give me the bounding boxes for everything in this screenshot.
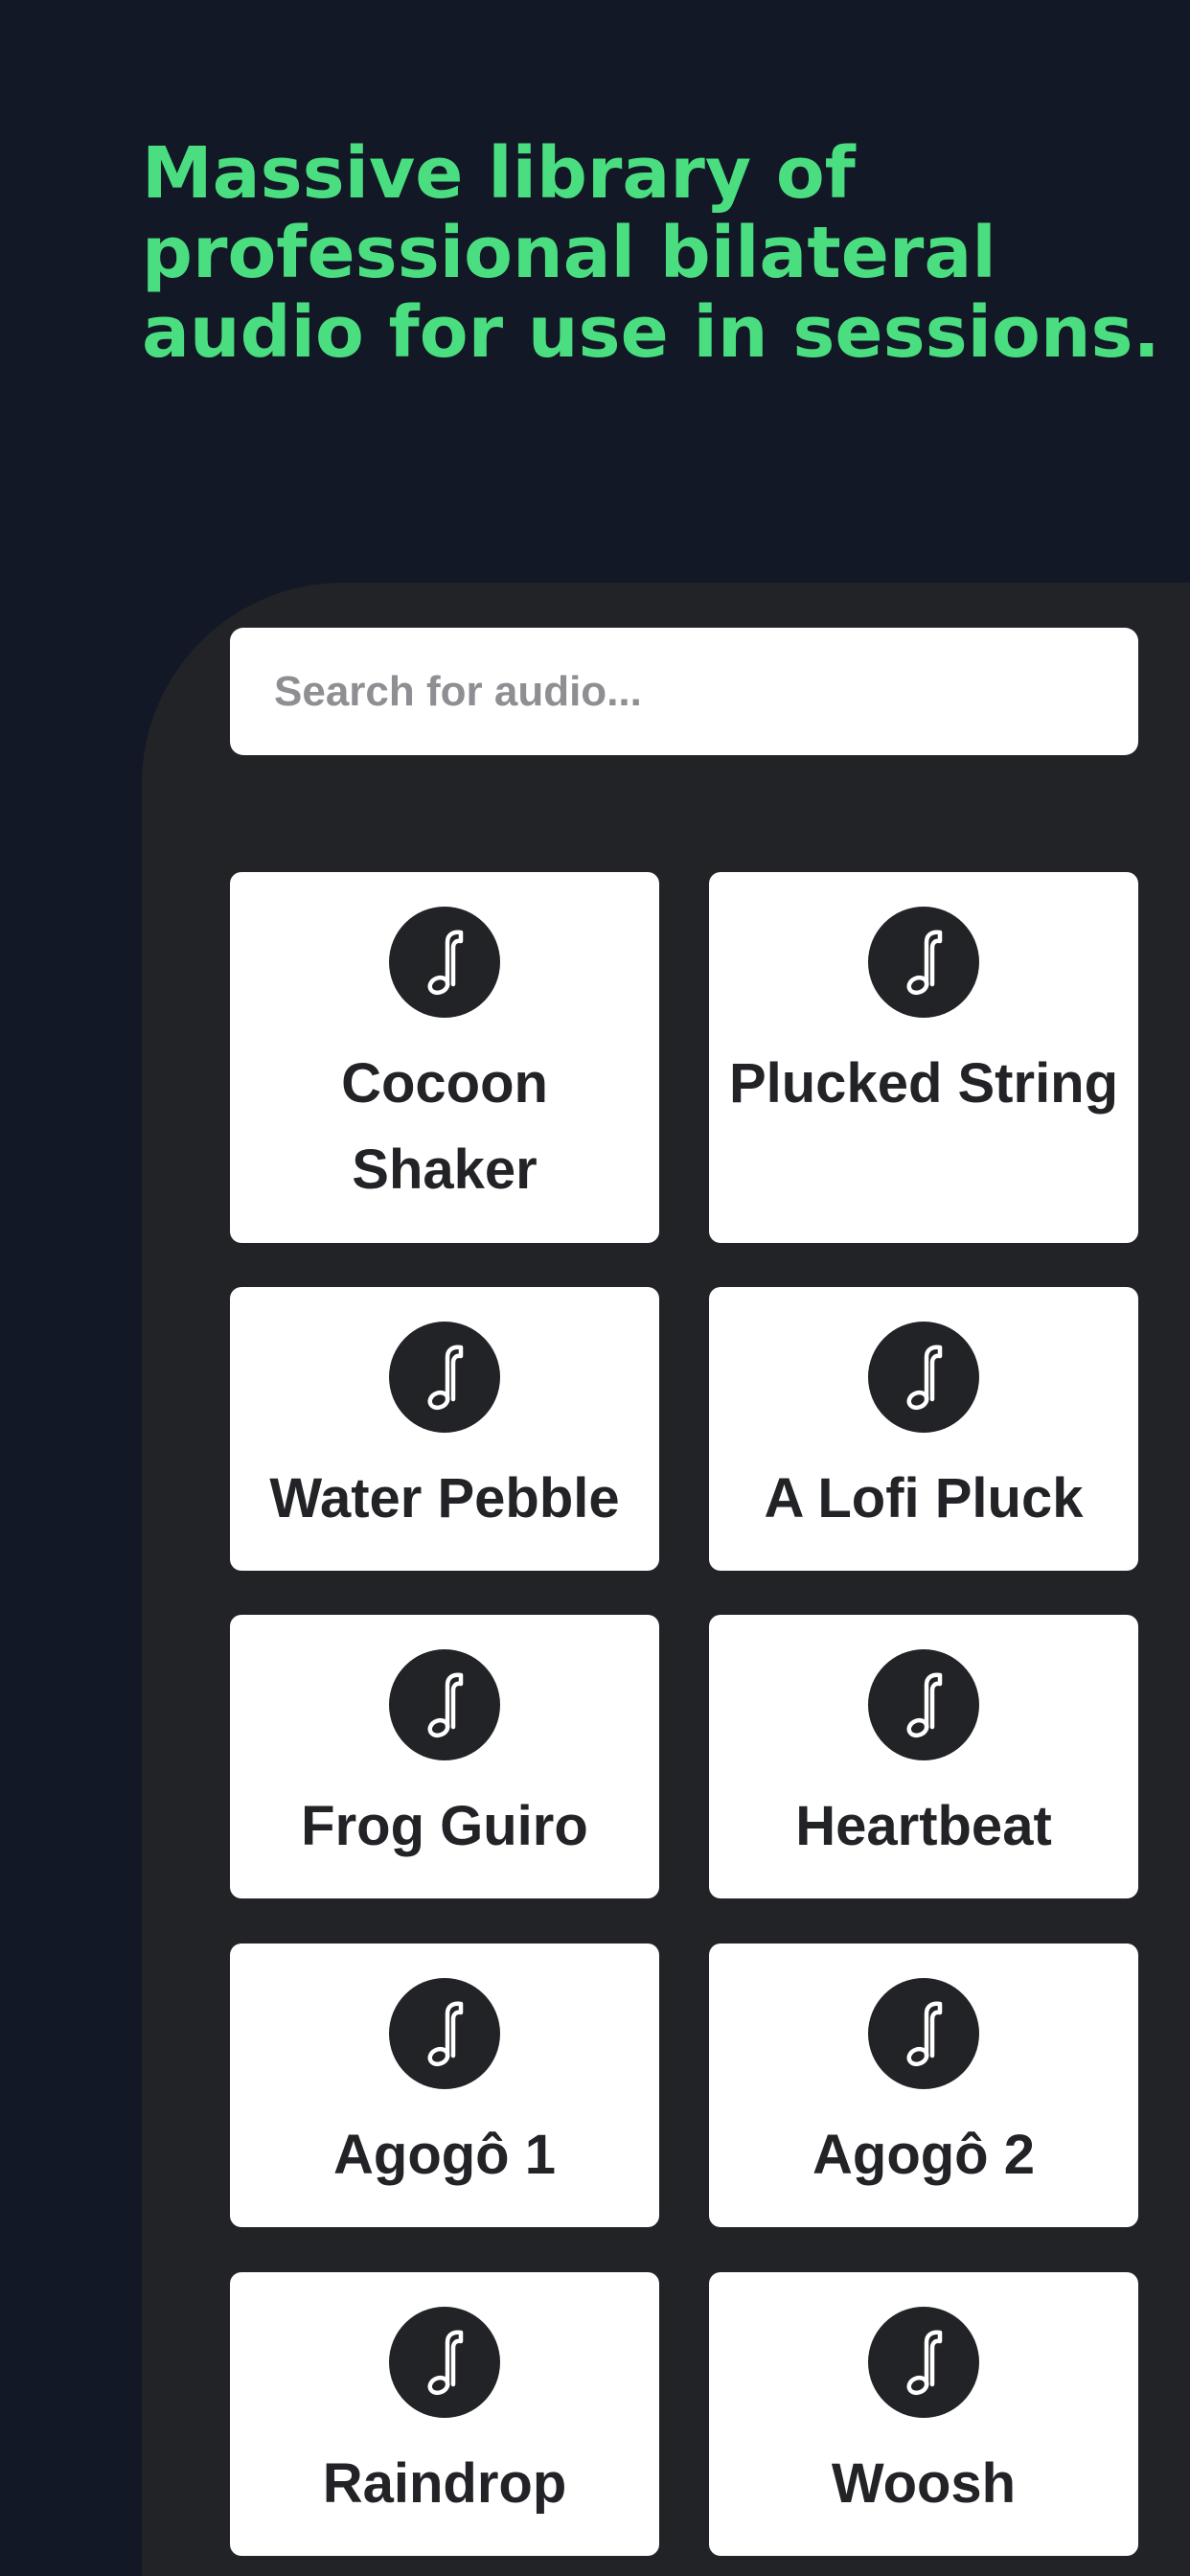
music-note-icon xyxy=(389,1978,500,2089)
search-input[interactable]: Search for audio... xyxy=(230,628,1138,755)
headline: Massive library of professional bilatera… xyxy=(142,132,1160,374)
music-note-icon xyxy=(868,1649,979,1760)
music-note-icon xyxy=(868,907,979,1018)
audio-card[interactable]: Water Pebble xyxy=(230,1287,659,1571)
audio-card-label: Agogô 1 xyxy=(333,2124,556,2186)
music-note-icon xyxy=(868,1978,979,2089)
music-note-icon xyxy=(389,2307,500,2418)
audio-card[interactable]: Heartbeat xyxy=(709,1615,1138,1898)
audio-card-label: Heartbeat xyxy=(795,1795,1052,1857)
music-note-icon xyxy=(868,1322,979,1433)
audio-card[interactable]: Raindrop xyxy=(230,2272,659,2556)
audio-card[interactable]: Frog Guiro xyxy=(230,1615,659,1898)
audio-card-label: Agogô 2 xyxy=(812,2124,1035,2186)
audio-card[interactable]: Woosh xyxy=(709,2272,1138,2556)
audio-card[interactable]: Agogô 1 xyxy=(230,1944,659,2227)
music-note-icon xyxy=(389,907,500,1018)
music-note-icon xyxy=(389,1322,500,1433)
audio-card-label: A Lofi Pluck xyxy=(764,1467,1084,1530)
audio-card-label: Raindrop xyxy=(322,2452,567,2515)
audio-card[interactable]: Cocoon Shaker xyxy=(230,872,659,1243)
music-note-icon xyxy=(868,2307,979,2418)
audio-card-label: Woosh xyxy=(831,2452,1017,2515)
audio-card[interactable]: Plucked String xyxy=(709,872,1138,1243)
audio-card-label: Cocoon Shaker xyxy=(341,1052,548,1201)
search-placeholder: Search for audio... xyxy=(274,667,642,715)
music-note-icon xyxy=(389,1649,500,1760)
audio-card-label: Plucked String xyxy=(728,1052,1119,1115)
audio-card[interactable]: A Lofi Pluck xyxy=(709,1287,1138,1571)
audio-card[interactable]: Agogô 2 xyxy=(709,1944,1138,2227)
audio-card-label: Frog Guiro xyxy=(301,1795,588,1857)
audio-card-label: Water Pebble xyxy=(269,1467,620,1530)
